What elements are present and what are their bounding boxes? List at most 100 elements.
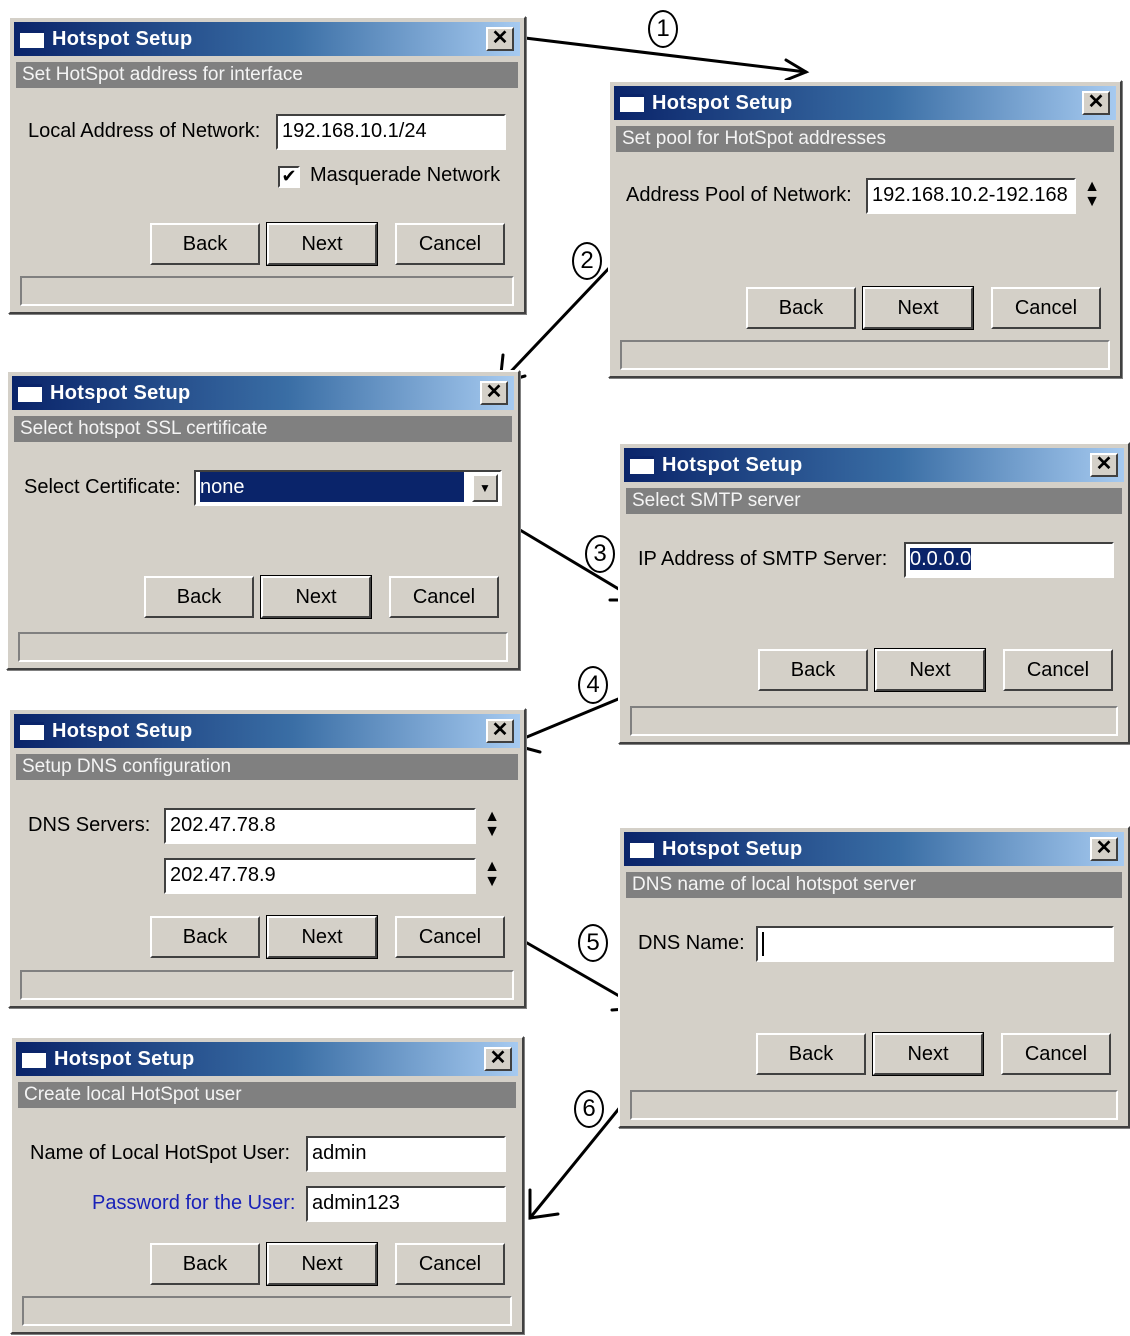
window-icon bbox=[22, 1050, 46, 1068]
window-title: Hotspot Setup bbox=[662, 454, 803, 476]
step-subtitle: DNS name of local hotspot server bbox=[626, 872, 1122, 898]
window-title: Hotspot Setup bbox=[52, 720, 193, 742]
status-bar bbox=[630, 706, 1118, 736]
address-pool-input[interactable]: 192.168.10.2-192.168 bbox=[866, 178, 1076, 214]
status-bar bbox=[22, 1296, 512, 1326]
cancel-button[interactable]: Cancel bbox=[389, 576, 499, 618]
next-button[interactable]: Next bbox=[874, 648, 986, 692]
dns-server-1-input[interactable]: 202.47.78.8 bbox=[164, 808, 476, 844]
user-name-input[interactable]: admin bbox=[306, 1136, 506, 1172]
local-address-label: Local Address of Network: bbox=[28, 120, 261, 142]
certificate-selected-value: none bbox=[200, 472, 464, 502]
title-bar[interactable]: Hotspot Setup ✕ bbox=[14, 714, 520, 748]
hotspot-setup-window-dns-name: Hotspot Setup ✕ DNS name of local hotspo… bbox=[618, 826, 1130, 1128]
cancel-button[interactable]: Cancel bbox=[395, 916, 505, 958]
title-bar[interactable]: Hotspot Setup ✕ bbox=[12, 376, 514, 410]
next-button[interactable]: Next bbox=[862, 286, 974, 330]
hotspot-setup-window-certificate: Hotspot Setup ✕ Select hotspot SSL certi… bbox=[6, 370, 520, 670]
close-button[interactable]: ✕ bbox=[486, 27, 514, 51]
next-button[interactable]: Next bbox=[266, 915, 378, 959]
window-title: Hotspot Setup bbox=[662, 838, 803, 860]
step-number-6: 6 bbox=[574, 1090, 604, 1128]
back-button[interactable]: Back bbox=[746, 287, 856, 329]
window-icon bbox=[18, 384, 42, 402]
spin-down-icon[interactable]: ▼ bbox=[482, 824, 502, 840]
back-button[interactable]: Back bbox=[758, 649, 868, 691]
step-subtitle: Select SMTP server bbox=[626, 488, 1122, 514]
close-button[interactable]: ✕ bbox=[484, 1047, 512, 1071]
address-pool-label: Address Pool of Network: bbox=[626, 184, 852, 206]
step-number-5: 5 bbox=[578, 924, 608, 962]
local-address-input[interactable]: 192.168.10.1/24 bbox=[276, 114, 506, 150]
next-button[interactable]: Next bbox=[266, 1242, 378, 1286]
dns-servers-label: DNS Servers: bbox=[28, 814, 151, 836]
back-button[interactable]: Back bbox=[150, 223, 260, 265]
hotspot-setup-window-dns-config: Hotspot Setup ✕ Setup DNS configuration … bbox=[8, 708, 526, 1008]
title-bar[interactable]: Hotspot Setup ✕ bbox=[14, 22, 520, 56]
cancel-button[interactable]: Cancel bbox=[991, 287, 1101, 329]
step-number-2: 2 bbox=[572, 242, 602, 280]
close-button[interactable]: ✕ bbox=[1090, 837, 1118, 861]
title-bar[interactable]: Hotspot Setup ✕ bbox=[614, 86, 1116, 120]
smtp-address-input[interactable]: 0.0.0.0 bbox=[904, 542, 1114, 578]
back-button[interactable]: Back bbox=[150, 1243, 260, 1285]
spin-down-icon[interactable]: ▼ bbox=[1082, 194, 1102, 210]
spin-down-icon[interactable]: ▼ bbox=[482, 874, 502, 890]
hotspot-setup-window-address: Hotspot Setup ✕ Set HotSpot address for … bbox=[8, 16, 526, 314]
hotspot-setup-window-smtp: Hotspot Setup ✕ Select SMTP server IP Ad… bbox=[618, 442, 1130, 744]
address-pool-spinner[interactable]: ▲ ▼ bbox=[1082, 179, 1102, 212]
user-name-label: Name of Local HotSpot User: bbox=[30, 1142, 291, 1164]
step-subtitle: Select hotspot SSL certificate bbox=[14, 416, 512, 442]
window-icon bbox=[20, 30, 44, 48]
status-bar bbox=[620, 340, 1110, 370]
title-bar[interactable]: Hotspot Setup ✕ bbox=[624, 832, 1124, 866]
step-subtitle: Setup DNS configuration bbox=[16, 754, 518, 780]
dns-server-2-spinner[interactable]: ▲ ▼ bbox=[482, 859, 502, 892]
step-subtitle: Create local HotSpot user bbox=[18, 1082, 516, 1108]
hotspot-setup-window-pool: Hotspot Setup ✕ Set pool for HotSpot add… bbox=[608, 80, 1122, 378]
step-number-3: 3 bbox=[585, 535, 615, 573]
close-button[interactable]: ✕ bbox=[486, 719, 514, 743]
cancel-button[interactable]: Cancel bbox=[1003, 649, 1113, 691]
dns-name-label: DNS Name: bbox=[638, 932, 745, 954]
certificate-label: Select Certificate: bbox=[24, 476, 181, 498]
title-bar[interactable]: Hotspot Setup ✕ bbox=[16, 1042, 518, 1076]
cancel-button[interactable]: Cancel bbox=[395, 1243, 505, 1285]
window-title: Hotspot Setup bbox=[52, 28, 193, 50]
window-icon bbox=[20, 722, 44, 740]
back-button[interactable]: Back bbox=[756, 1033, 866, 1075]
status-bar bbox=[20, 970, 514, 1000]
cancel-button[interactable]: Cancel bbox=[1001, 1033, 1111, 1075]
next-button[interactable]: Next bbox=[260, 575, 372, 619]
dns-name-input[interactable] bbox=[756, 926, 1114, 962]
back-button[interactable]: Back bbox=[150, 916, 260, 958]
status-bar bbox=[18, 632, 508, 662]
masquerade-label: Masquerade Network bbox=[310, 164, 501, 186]
window-icon bbox=[630, 840, 654, 858]
status-bar bbox=[630, 1090, 1118, 1120]
close-button[interactable]: ✕ bbox=[480, 381, 508, 405]
title-bar[interactable]: Hotspot Setup ✕ bbox=[624, 448, 1124, 482]
next-button[interactable]: Next bbox=[872, 1032, 984, 1076]
cancel-button[interactable]: Cancel bbox=[395, 223, 505, 265]
hotspot-setup-window-user: Hotspot Setup ✕ Create local HotSpot use… bbox=[10, 1036, 524, 1334]
dns-server-1-spinner[interactable]: ▲ ▼ bbox=[482, 809, 502, 842]
password-input[interactable]: admin123 bbox=[306, 1186, 506, 1222]
close-button[interactable]: ✕ bbox=[1090, 453, 1118, 477]
dropdown-arrow-icon[interactable]: ▼ bbox=[472, 474, 498, 502]
status-bar bbox=[20, 276, 514, 306]
window-title: Hotspot Setup bbox=[54, 1048, 195, 1070]
step-number-4: 4 bbox=[578, 666, 608, 704]
back-button[interactable]: Back bbox=[144, 576, 254, 618]
close-button[interactable]: ✕ bbox=[1082, 91, 1110, 115]
password-label: Password for the User: bbox=[92, 1192, 296, 1214]
step-subtitle: Set pool for HotSpot addresses bbox=[616, 126, 1114, 152]
dns-server-2-input[interactable]: 202.47.78.9 bbox=[164, 858, 476, 894]
next-button[interactable]: Next bbox=[266, 222, 378, 266]
text-caret bbox=[762, 931, 764, 956]
window-icon bbox=[620, 94, 644, 112]
window-title: Hotspot Setup bbox=[50, 382, 191, 404]
smtp-address-value: 0.0.0.0 bbox=[910, 548, 972, 570]
certificate-select[interactable]: none ▼ bbox=[194, 470, 502, 506]
masquerade-checkbox[interactable]: ✔ bbox=[278, 166, 300, 188]
